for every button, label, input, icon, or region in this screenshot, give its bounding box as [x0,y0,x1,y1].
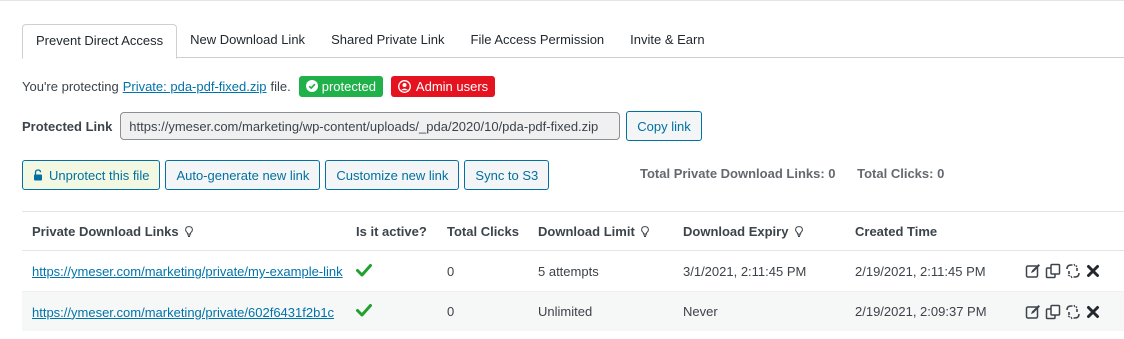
table-row: https://ymeser.com/marketing/private/my-… [22,251,1124,291]
tab-new-download-link[interactable]: New Download Link [177,24,318,58]
link-cell: https://ymeser.com/marketing/private/602… [22,303,356,320]
protecting-prefix: You're protecting [22,78,119,94]
delete-icon[interactable] [1085,304,1101,320]
check-icon [356,304,372,317]
unprotect-file-button[interactable]: Unprotect this file [22,160,161,190]
admin-users-badge: Admin users [390,75,496,97]
row-actions [1025,304,1123,320]
protected-badge: protected [298,75,383,97]
active-cell [356,263,447,280]
unlink-icon[interactable] [1065,304,1081,320]
tab-file-access-permission[interactable]: File Access Permission [458,24,618,58]
user-circle-icon [397,79,411,93]
header-limit-label: Download Limit [538,223,635,239]
unlock-icon [34,169,42,181]
private-link[interactable]: https://ymeser.com/marketing/private/602… [32,305,334,320]
protected-badge-label: protected [321,78,376,94]
clicks-cell: 0 [447,263,455,279]
lightbulb-icon[interactable] [795,225,803,237]
limit-cell: Unlimited [538,304,593,319]
sync-s3-button[interactable]: Sync to S3 [464,160,550,190]
check-circle-icon [305,80,318,92]
created-cell: 2/19/2021, 2:09:37 PM [855,304,987,319]
unprotect-file-label: Unprotect this file [49,167,150,183]
private-link[interactable]: https://ymeser.com/marketing/private/my-… [32,264,343,279]
total-clicks: Total Clicks: 0 [857,166,945,181]
row-actions [1025,263,1123,279]
protected-link-label: Protected Link [22,118,113,134]
protected-file-link[interactable]: Private: pda-pdf-fixed.zip [123,79,267,94]
tab-invite-earn[interactable]: Invite & Earn [617,24,717,58]
header-created: Created Time [855,223,938,239]
file-actions: Unprotect this file Auto-generate new li… [22,160,554,190]
lightbulb-icon[interactable] [185,225,194,237]
created-cell: 2/19/2021, 2:11:45 PM [855,263,986,279]
private-links-table: Private Download Links Is it active? Tot… [22,211,1124,331]
clicks-cell: 0 [447,304,455,319]
header-active: Is it active? [356,223,427,239]
edit-icon[interactable] [1025,304,1041,320]
edit-icon[interactable] [1025,263,1041,279]
header-expiry: Download Expiry [683,224,855,239]
table-row: https://ymeser.com/marketing/private/602… [22,291,1124,331]
header-links-label: Private Download Links [32,223,179,239]
tab-shared-private-link[interactable]: Shared Private Link [318,24,457,58]
check-icon [356,263,372,276]
protecting-suffix: file. [270,78,291,94]
copy-icon[interactable] [1045,304,1061,320]
customize-link-button[interactable]: Customize new link [325,160,460,190]
protected-link-input[interactable] [120,112,621,140]
delete-icon[interactable] [1085,263,1101,279]
header-clicks: Total Clicks [447,223,520,239]
unlink-icon[interactable] [1065,263,1081,279]
lightbulb-icon[interactable] [641,225,650,237]
header-limit: Download Limit [538,224,683,239]
copy-icon[interactable] [1045,263,1061,279]
link-totals: Total Private Download Links: 0 Total Cl… [640,166,944,181]
copy-link-button[interactable]: Copy link [626,111,702,141]
protected-link-row: Protected Link Copy link [22,111,702,141]
tab-prevent-direct-access[interactable]: Prevent Direct Access [22,24,178,59]
total-private-links: Total Private Download Links: 0 [640,166,836,181]
auto-generate-link-button[interactable]: Auto-generate new link [165,160,321,190]
admin-users-badge-label: Admin users [415,78,489,94]
expiry-cell: Never [683,304,718,319]
tab-bar: Prevent Direct Access New Download Link … [22,24,1124,59]
link-cell: https://ymeser.com/marketing/private/my-… [22,263,356,279]
table-header: Private Download Links Is it active? Tot… [22,211,1124,251]
header-expiry-label: Download Expiry [683,223,789,239]
limit-cell: 5 attempts [538,263,599,279]
expiry-cell: 3/1/2021, 2:11:45 PM [683,263,807,279]
protecting-status: You're protecting Private: pda-pdf-fixed… [22,75,496,97]
header-links: Private Download Links [22,224,356,239]
active-cell [356,303,447,320]
